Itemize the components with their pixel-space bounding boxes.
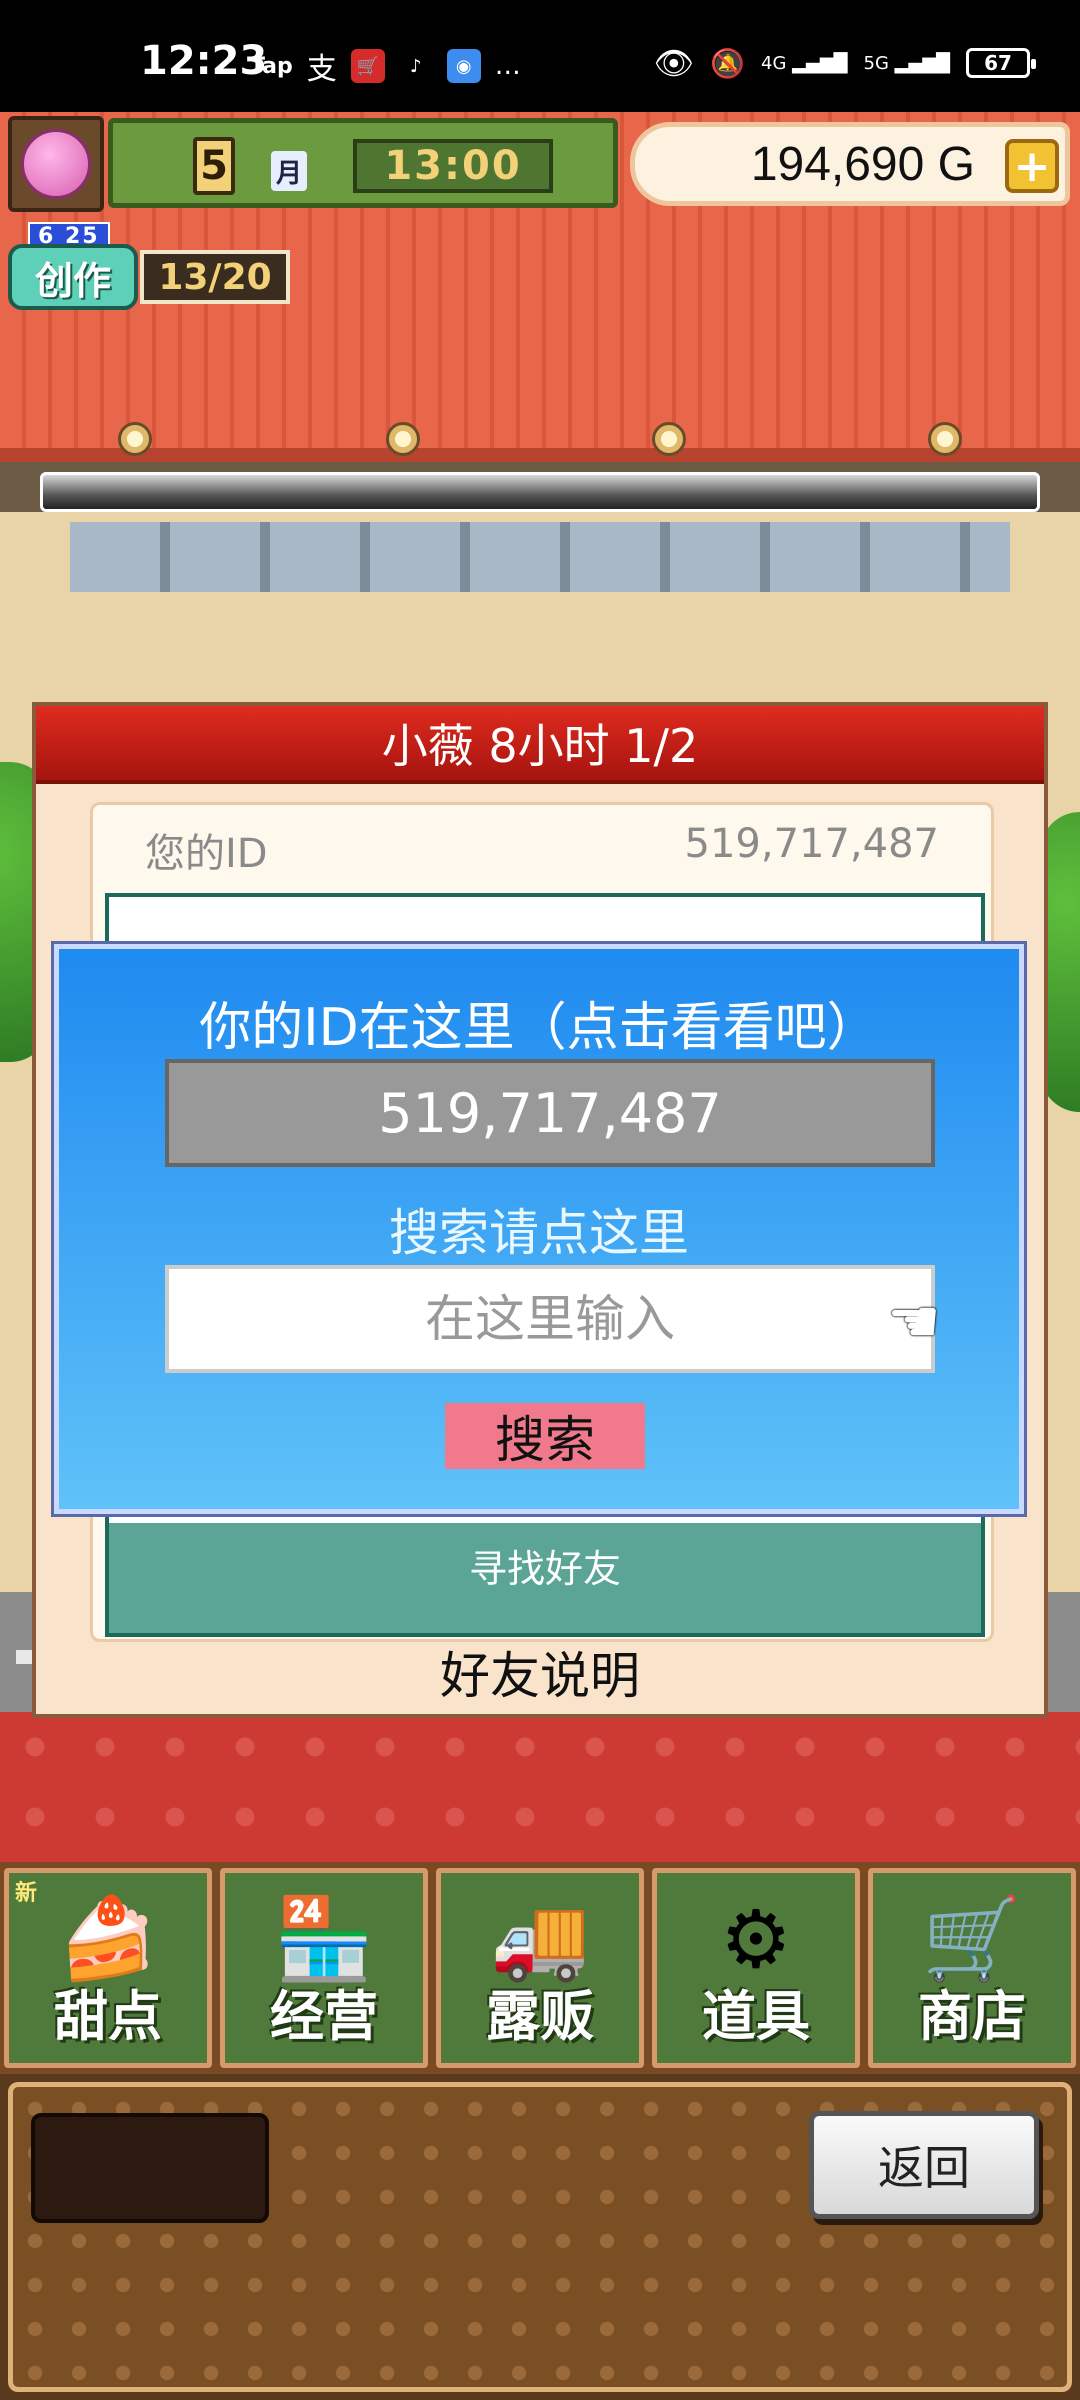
eye-icon: 👁 [653, 44, 695, 82]
bottom-menu: 新 🍰 甜点 🏪 经营 🚚 露贩 ⚙ 道具 🛒 商店 [0, 1862, 1080, 2074]
month-label: 月 [271, 151, 307, 191]
back-button[interactable]: 返回 [809, 2111, 1039, 2219]
more-icon: … [494, 51, 521, 81]
tree-button[interactable] [8, 116, 104, 212]
items-icon: ⚙ [720, 1892, 792, 1986]
id-label: 您的ID [145, 831, 268, 877]
create-status[interactable]: 6 25 创作 13/20 [8, 222, 292, 314]
friend-explain-button[interactable]: 好友说明 [36, 1636, 1044, 1708]
lamp-icon [118, 422, 152, 456]
signal-4g: 4G ▂▄▆█ [761, 52, 848, 74]
lamp-icon [928, 422, 962, 456]
popup-title: 你的ID在这里（点击看看吧） [199, 998, 879, 1058]
menu-items[interactable]: ⚙ 道具 [652, 1868, 860, 2068]
create-count: 13/20 [140, 250, 290, 304]
menu-management[interactable]: 🏪 经营 [220, 1868, 428, 2068]
lamp-icon [386, 422, 420, 456]
bottom-bar: 返回 [0, 2074, 1080, 2400]
signal-5g: 5G ▂▄▆█ [863, 52, 951, 74]
display-shelf [40, 472, 1040, 512]
status-time: 12:23 [140, 38, 268, 84]
date-display: 5 月 13:00 [108, 118, 618, 208]
shop-windows [70, 522, 1010, 592]
battery-icon: 67 [966, 48, 1036, 78]
game-scene: 5 月 13:00 194,690 G + 6 25 创作 13/20 小薇 8… [0, 112, 1080, 2400]
search-label: 搜索请点这里 [389, 1204, 689, 1262]
food-truck-icon: 🚚 [490, 1892, 590, 1985]
mute-bell-icon: 🔕 [710, 46, 745, 80]
tree-icon [21, 129, 91, 199]
lamp-icon [652, 422, 686, 456]
add-money-button[interactable]: + [1005, 139, 1059, 193]
alipay-icon: 支 [306, 52, 337, 87]
cart-icon: 🛒 [922, 1892, 1022, 1985]
taptap-icon: Tap [250, 53, 293, 79]
shopping-cart-app-icon: 🛒 [350, 49, 385, 83]
create-label: 创作 [8, 244, 138, 310]
notification-icons: Tap 支 🛒 ♪ ◉ … [250, 44, 521, 88]
find-friends-button[interactable]: 寻找好友 [109, 1523, 981, 1633]
panel-header: 小薇 8小时 1/2 [36, 706, 1044, 784]
bottom-bar-inner: 返回 [8, 2082, 1072, 2392]
my-id-box[interactable]: 519,717,487 [165, 1059, 935, 1167]
status-bar: 12:23 Tap 支 🛒 ♪ ◉ … 👁 🔕 4G ▂▄▆█ 5G ▂▄▆█ … [0, 0, 1080, 112]
menu-food-truck[interactable]: 🚚 露贩 [436, 1868, 644, 2068]
search-button[interactable]: 搜索 [445, 1403, 645, 1469]
shop-icon: 🏪 [274, 1892, 374, 1985]
menu-store[interactable]: 🛒 商店 [868, 1868, 1076, 2068]
money-display: 194,690 G + [630, 122, 1070, 206]
pointing-hand-icon: ☚ [887, 1287, 941, 1357]
cake-icon: 🍰 [58, 1892, 158, 1985]
month-number: 5 [193, 137, 235, 195]
find-friends-label: 寻找好友 [468, 1547, 621, 1591]
search-input[interactable] [165, 1265, 935, 1373]
game-clock: 13:00 [353, 139, 553, 193]
id-search-popup: 你的ID在这里（点击看看吧） 519,717,487 搜索请点这里 ☚ 搜索 [54, 944, 1024, 1514]
tiktok-icon: ♪ [398, 49, 433, 83]
id-row: 您的ID 519,717,487 [93, 805, 991, 885]
money-value: 194,690 G [750, 138, 975, 191]
browser-icon: ◉ [446, 49, 481, 83]
info-slot [31, 2113, 269, 2223]
menu-dessert[interactable]: 新 🍰 甜点 [4, 1868, 212, 2068]
system-icons: 👁 🔕 4G ▂▄▆█ 5G ▂▄▆█ 67 [653, 44, 1036, 82]
new-badge: 新 [15, 1881, 38, 1906]
red-carpet [0, 1712, 1080, 1862]
id-value: 519,717,487 [684, 821, 939, 867]
